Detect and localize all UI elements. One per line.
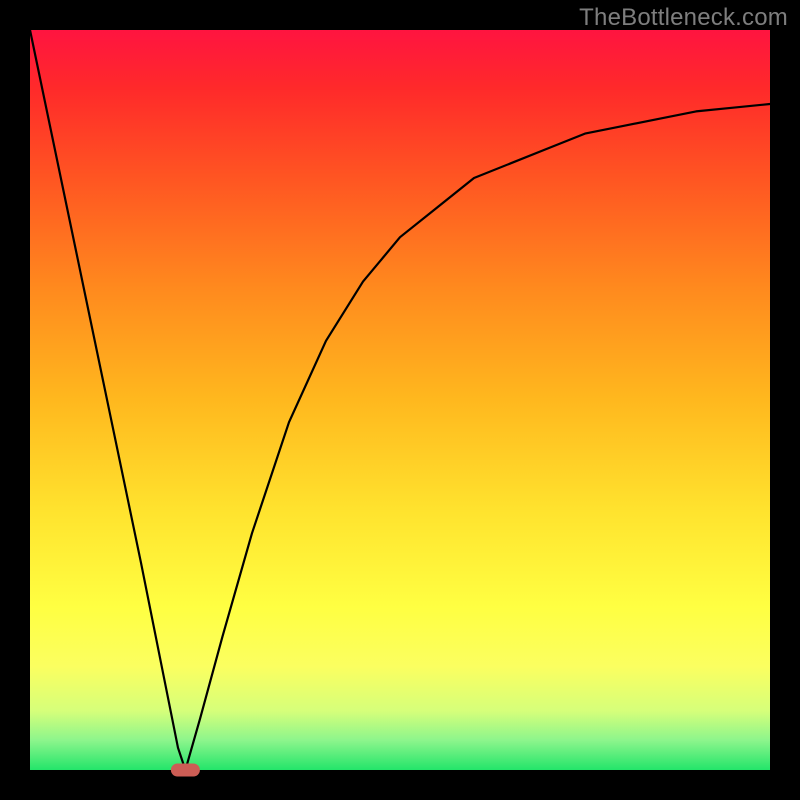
plot-area — [30, 30, 770, 770]
chart-curve — [30, 30, 770, 770]
attribution-label: TheBottleneck.com — [579, 4, 788, 32]
chart-svg — [30, 30, 770, 770]
min-marker — [171, 764, 199, 776]
chart-frame: TheBottleneck.com — [0, 0, 800, 800]
